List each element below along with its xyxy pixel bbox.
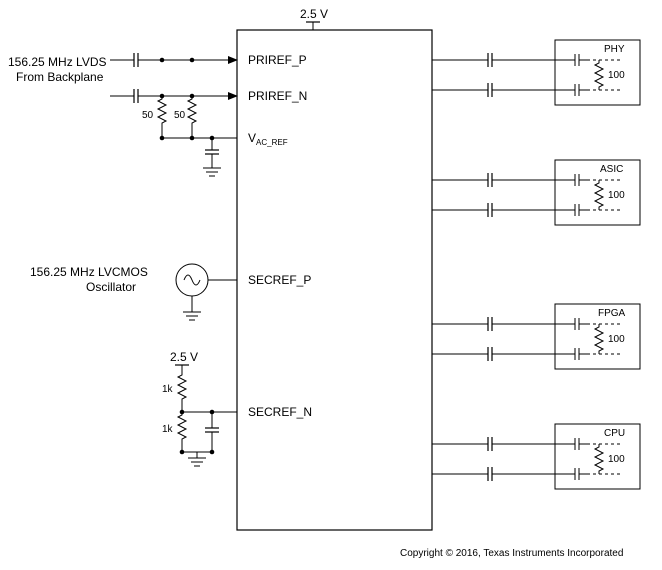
- load-asic: ASIC 100: [432, 160, 640, 225]
- supply-voltage-label: 2.5 V: [300, 7, 328, 21]
- load-fpga-res: 100: [608, 334, 625, 345]
- ground-icon: [183, 306, 201, 320]
- ground-icon: [203, 162, 221, 176]
- copyright-text: Copyright © 2016, Texas Instruments Inco…: [400, 548, 623, 559]
- osc-label-line1: 156.25 MHz LVCMOS: [30, 265, 148, 279]
- pin-secref-n: SECREF_N: [248, 405, 312, 419]
- secref-n-supply: 2.5 V: [170, 350, 198, 364]
- capacitor-icon: [126, 53, 146, 67]
- ground-icon: [188, 452, 206, 466]
- lvds-label-line2: From Backplane: [16, 70, 104, 84]
- pin-priref-n: PRIREF_N: [248, 89, 307, 103]
- load-phy: PHY 100: [432, 40, 640, 105]
- lvds-label-line1: 156.25 MHz LVDS: [8, 55, 107, 69]
- load-cpu: CPU 100: [432, 424, 640, 489]
- capacitor-icon: [205, 420, 219, 440]
- load-cpu-label: CPU: [604, 428, 625, 439]
- load-asic-res: 100: [608, 190, 625, 201]
- resistor-icon: [188, 96, 196, 126]
- pin-secref-p: SECREF_P: [248, 273, 311, 287]
- secref-n-r2: 1k: [162, 424, 174, 435]
- resistor-icon: [178, 412, 186, 442]
- load-phy-label: PHY: [604, 44, 625, 55]
- load-fpga-label: FPGA: [598, 308, 626, 319]
- resistor-icon: [178, 372, 186, 402]
- capacitor-icon: [126, 89, 146, 103]
- pin-priref-p: PRIREF_P: [248, 53, 307, 67]
- resistor-icon: [158, 96, 166, 126]
- secref-n-r1: 1k: [162, 384, 174, 395]
- load-fpga: FPGA 100: [432, 304, 640, 369]
- lvds-term2: 50: [174, 110, 186, 121]
- capacitor-icon: [205, 142, 219, 162]
- load-asic-label: ASIC: [600, 164, 623, 175]
- diagram-canvas: 2.5 V 156.25 MHz LVDS From Backplane PRI…: [0, 0, 662, 570]
- load-phy-res: 100: [608, 70, 625, 81]
- load-cpu-res: 100: [608, 454, 625, 465]
- osc-label-line2: Oscillator: [86, 280, 136, 294]
- lvds-term1: 50: [142, 110, 154, 121]
